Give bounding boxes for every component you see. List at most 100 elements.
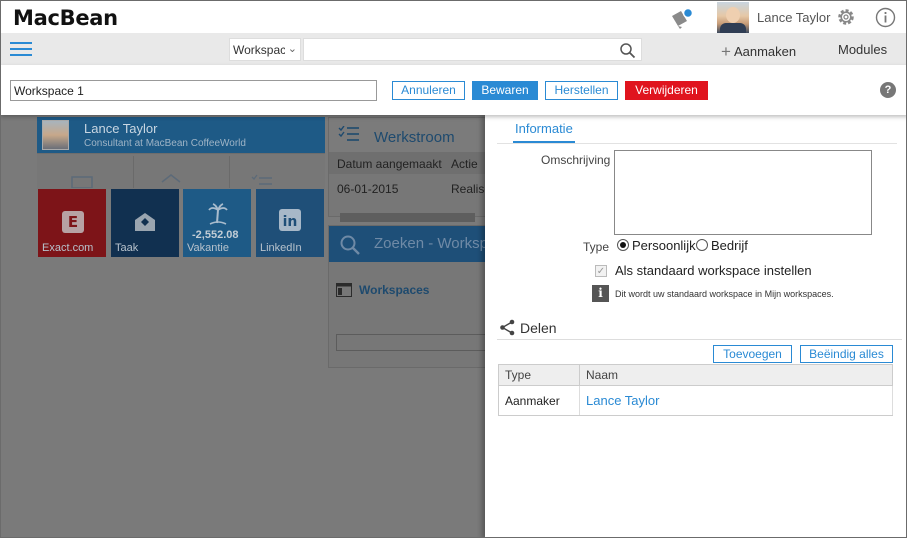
radio-bedrijf-label[interactable]: Bedrijf — [711, 238, 748, 253]
divider — [229, 156, 230, 188]
list-check-icon — [338, 126, 359, 141]
radio-persoonlijk[interactable] — [617, 239, 629, 251]
profile-card: Lance Taylor Consultant at MacBean Coffe… — [37, 117, 325, 189]
description-label: Omschrijving — [541, 153, 611, 167]
app-logo[interactable]: MacBean — [13, 6, 118, 30]
type-label: Type — [583, 240, 610, 254]
werkstroom-header: Werkstroom — [329, 118, 485, 152]
tab-underline — [497, 143, 897, 144]
plus-icon: + — [721, 42, 731, 61]
tile-taak: Taak — [111, 189, 179, 257]
app-window: MacBean Lance Taylor Workspace ⌄ — [0, 0, 907, 538]
chevron-down-icon: ⌄ — [287, 43, 297, 55]
tile-label: Exact.com — [42, 242, 94, 254]
row-action: Realise — [451, 182, 485, 196]
tile-label: Taak — [115, 242, 139, 254]
avatar-shirt — [720, 23, 746, 33]
gear-icon[interactable] — [836, 7, 856, 27]
hamburger-menu-icon[interactable] — [10, 42, 32, 58]
werkstroom-columns: Datum aangemaakt Actie — [329, 152, 485, 174]
search-icon[interactable] — [619, 42, 636, 59]
info-icon[interactable] — [875, 7, 896, 28]
search-scope-value: Workspace — [233, 43, 285, 57]
envelope-icon — [161, 174, 181, 183]
radio-bedrijf[interactable] — [696, 239, 708, 251]
table-row: Aanmaker Lance Taylor — [498, 385, 893, 416]
profile-name: Lance Taylor — [84, 121, 158, 136]
tab-informatie[interactable]: Informatie — [513, 121, 575, 143]
modules-menu[interactable]: Modules — [838, 42, 887, 57]
nav-bar: Workspace ⌄ +Aanmaken Modules — [1, 33, 906, 65]
workspace-name-input[interactable] — [10, 80, 377, 101]
row-date: 06-01-2015 — [337, 182, 399, 196]
edit-toolbar: Annuleren Bewaren Herstellen Verwijderen… — [1, 65, 906, 115]
search-scope-select[interactable]: Workspace ⌄ — [229, 38, 301, 61]
dimmed-dashboard: Lance Taylor Consultant at MacBean Coffe… — [1, 115, 485, 537]
share-table: Type Naam Aanmaker Lance Taylor — [498, 364, 893, 416]
save-button[interactable]: Bewaren — [472, 81, 538, 100]
user-name[interactable]: Lance Taylor — [757, 10, 830, 25]
search-box — [303, 38, 642, 61]
search-icon — [340, 235, 360, 255]
add-share-button[interactable]: Toevoegen — [713, 345, 792, 363]
tile-label: Vakantie — [187, 242, 229, 254]
column-header: Actie — [451, 157, 478, 171]
svg-text:in: in — [283, 214, 298, 230]
info-note-icon: i — [592, 285, 609, 302]
scrollbar — [340, 213, 475, 222]
table-header-row: Type Naam — [498, 364, 893, 386]
info-note-text: Dit wordt uw standaard workspace in Mijn… — [615, 289, 834, 299]
cancel-button[interactable]: Annuleren — [392, 81, 465, 100]
zoeken-header: Zoeken - Workspaces — [329, 226, 485, 262]
window-icon — [336, 283, 352, 297]
profile-actions — [37, 153, 325, 189]
werkstroom-title: Werkstroom — [374, 129, 455, 146]
column-header-type: Type — [498, 364, 580, 386]
zoeken-input — [336, 334, 485, 351]
share-user-link[interactable]: Lance Taylor — [586, 393, 659, 408]
share-icon — [500, 319, 515, 336]
restore-button[interactable]: Herstellen — [545, 81, 618, 100]
svg-text:E: E — [68, 213, 78, 231]
tile-linkedin: in LinkedIn — [256, 189, 324, 257]
create-label: Aanmaken — [733, 44, 797, 59]
column-header: Datum aangemaakt — [337, 157, 442, 171]
delete-button[interactable]: Verwijderen — [625, 81, 708, 100]
description-textarea[interactable] — [614, 150, 872, 235]
folder-icon — [71, 176, 93, 188]
tile-vakantie: -2,552.08 Vakantie — [183, 189, 251, 257]
default-workspace-label: Als standaard workspace instellen — [615, 263, 812, 278]
exact-logo-icon: E — [62, 211, 84, 233]
notification-bell-icon[interactable] — [669, 7, 695, 29]
default-workspace-checkbox[interactable]: ✓ — [595, 265, 607, 277]
divider — [497, 339, 902, 340]
profile-subtitle: Consultant at MacBean CoffeeWorld — [84, 138, 246, 149]
user-avatar[interactable] — [717, 2, 749, 33]
avatar-face — [726, 7, 740, 23]
create-menu[interactable]: + Aanmaken — [721, 41, 796, 61]
tile-exact: E Exact.com — [38, 189, 106, 257]
tile-label: LinkedIn — [260, 242, 302, 254]
help-icon[interactable]: ? — [880, 82, 896, 98]
profile-header: Lance Taylor Consultant at MacBean Coffe… — [37, 117, 325, 153]
table-row: 06-01-2015 Realise — [329, 175, 485, 203]
share-name-cell: Lance Taylor — [579, 385, 893, 416]
workspace-details-panel: Informatie Omschrijving Type Persoonlijk… — [485, 115, 906, 537]
divider — [133, 156, 134, 188]
share-type-cell: Aanmaker — [498, 385, 580, 416]
search-input[interactable] — [304, 39, 604, 60]
end-all-button[interactable]: Beëindig alles — [800, 345, 893, 363]
top-header: MacBean Lance Taylor — [1, 1, 906, 33]
palm-tree-icon — [208, 203, 228, 225]
workspaces-link: Workspaces — [359, 283, 430, 297]
zoeken-panel: Zoeken - Workspaces Workspaces — [328, 225, 485, 368]
vacation-balance: -2,552.08 — [192, 229, 239, 241]
linkedin-icon: in — [279, 209, 301, 231]
werkstroom-panel: Werkstroom Datum aangemaakt Actie 06-01-… — [328, 117, 485, 222]
profile-avatar — [42, 120, 69, 150]
radio-persoonlijk-label[interactable]: Persoonlijk — [632, 238, 696, 253]
task-envelope-icon — [135, 213, 155, 231]
checklist-icon — [251, 174, 272, 185]
zoeken-title: Zoeken - Workspaces — [374, 235, 485, 252]
share-title: Delen — [520, 320, 557, 336]
